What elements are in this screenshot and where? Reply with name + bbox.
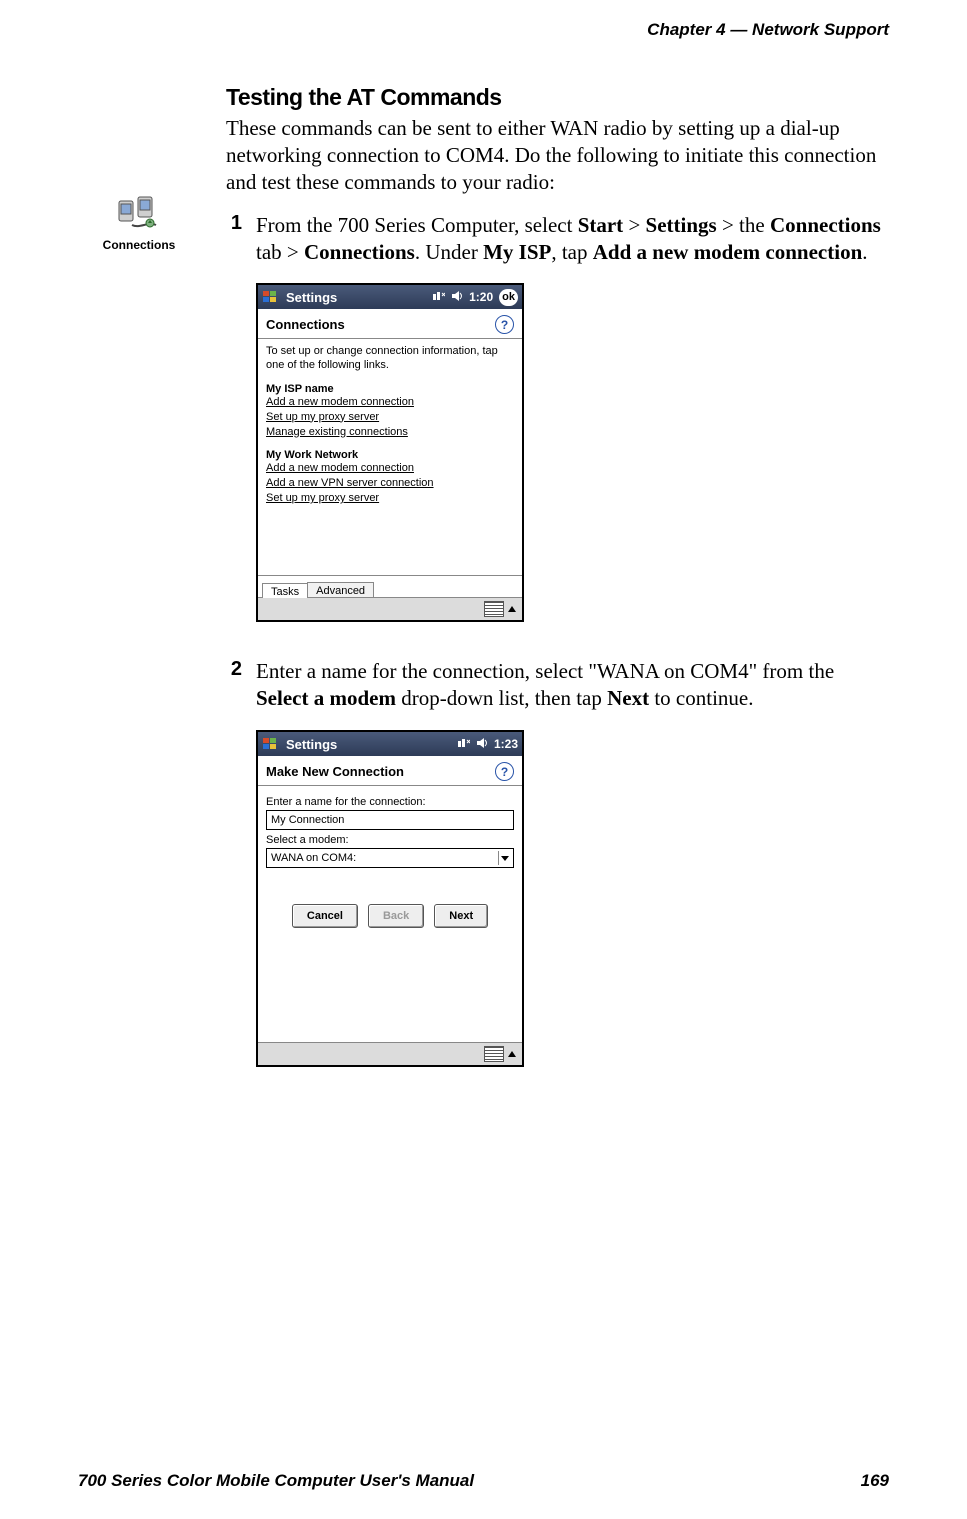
step-2: 2 Enter a name for the connection, selec…: [226, 658, 889, 712]
isp-heading: My ISP name: [266, 383, 514, 395]
link-work-proxy[interactable]: Set up my proxy server: [266, 491, 514, 506]
description-text: To set up or change connection informati…: [266, 345, 514, 373]
wizard-buttons: Cancel Back Next: [266, 904, 514, 928]
screenshot-content: To set up or change connection informati…: [258, 339, 522, 575]
page-footer: 700 Series Color Mobile Computer User's …: [78, 1471, 889, 1491]
help-icon[interactable]: ?: [495, 762, 514, 781]
chapter-label: Chapter 4: [647, 20, 725, 39]
subtitle-bar: Connections ?: [258, 309, 522, 339]
name-label: Enter a name for the connection:: [266, 796, 514, 808]
page-number: 169: [861, 1471, 889, 1491]
speaker-icon[interactable]: [451, 290, 463, 305]
screenshot-content: Enter a name for the connection: My Conn…: [258, 786, 522, 1042]
tab-advanced[interactable]: Advanced: [307, 582, 374, 597]
link-isp-manage[interactable]: Manage existing connections: [266, 425, 514, 440]
tab-tasks[interactable]: Tasks: [262, 583, 308, 598]
work-heading: My Work Network: [266, 449, 514, 461]
step-1: 1 From the 700 Series Computer, select S…: [226, 212, 889, 266]
status-icons: 1:23: [456, 737, 518, 752]
link-work-add-modem[interactable]: Add a new modem connection: [266, 461, 514, 476]
keyboard-icon[interactable]: [484, 1046, 504, 1062]
back-button: Back: [368, 904, 424, 928]
titlebar: Settings 1:23: [258, 732, 522, 756]
link-isp-proxy[interactable]: Set up my proxy server: [266, 410, 514, 425]
windows-flag-icon[interactable]: [262, 736, 278, 752]
subtitle-bar: Make New Connection ?: [258, 756, 522, 786]
windows-flag-icon[interactable]: [262, 289, 278, 305]
help-icon[interactable]: ?: [495, 315, 514, 334]
screenshot-new-connection: Settings 1:23 Make New Connection ? Ente…: [256, 730, 524, 1067]
step-number: 2: [226, 658, 242, 712]
sip-up-arrow-icon[interactable]: [508, 1051, 516, 1057]
sip-bar: [258, 1042, 522, 1065]
step-number: 1: [226, 212, 242, 266]
connection-name-input[interactable]: My Connection: [266, 810, 514, 830]
page-header: Chapter 4 — Network Support: [78, 20, 889, 40]
step-2-body: Enter a name for the connection, select …: [256, 658, 889, 712]
keyboard-icon[interactable]: [484, 601, 504, 617]
status-icons: 1:20 ok: [431, 289, 518, 306]
chapter-name: Network Support: [752, 20, 889, 39]
connectivity-icon[interactable]: [456, 737, 470, 752]
tab-strip: Tasks Advanced: [258, 575, 522, 597]
window-title: Settings: [284, 737, 450, 752]
modem-select[interactable]: WANA on COM4:: [266, 848, 514, 868]
sip-up-arrow-icon[interactable]: [508, 606, 516, 612]
link-isp-add-modem[interactable]: Add a new modem connection: [266, 395, 514, 410]
clock-time: 1:20: [469, 290, 493, 304]
cancel-button[interactable]: Cancel: [292, 904, 358, 928]
intro-paragraph: These commands can be sent to either WAN…: [226, 115, 889, 196]
connections-side-icon: Connections: [96, 195, 182, 252]
connections-side-label: Connections: [96, 238, 182, 252]
ok-button[interactable]: ok: [499, 289, 518, 306]
link-work-add-vpn[interactable]: Add a new VPN server connection: [266, 476, 514, 491]
header-sep: —: [726, 20, 752, 39]
next-button[interactable]: Next: [434, 904, 488, 928]
titlebar: Settings 1:20 ok: [258, 285, 522, 309]
window-title: Settings: [284, 290, 425, 305]
clock-time: 1:23: [494, 737, 518, 751]
modem-label: Select a modem:: [266, 834, 514, 846]
devices-icon: [118, 195, 160, 234]
screenshot-connections: Settings 1:20 ok Connections ? To set up…: [256, 283, 524, 622]
step-1-body: From the 700 Series Computer, select Sta…: [256, 212, 889, 266]
sip-bar: [258, 597, 522, 620]
subtitle: Connections: [266, 317, 345, 332]
footer-left: 700 Series Color Mobile Computer User's …: [78, 1471, 474, 1491]
chevron-down-icon[interactable]: [498, 851, 511, 865]
speaker-icon[interactable]: [476, 737, 488, 752]
section-title: Testing the AT Commands: [226, 84, 889, 111]
connectivity-icon[interactable]: [431, 290, 445, 305]
subtitle: Make New Connection: [266, 764, 404, 779]
